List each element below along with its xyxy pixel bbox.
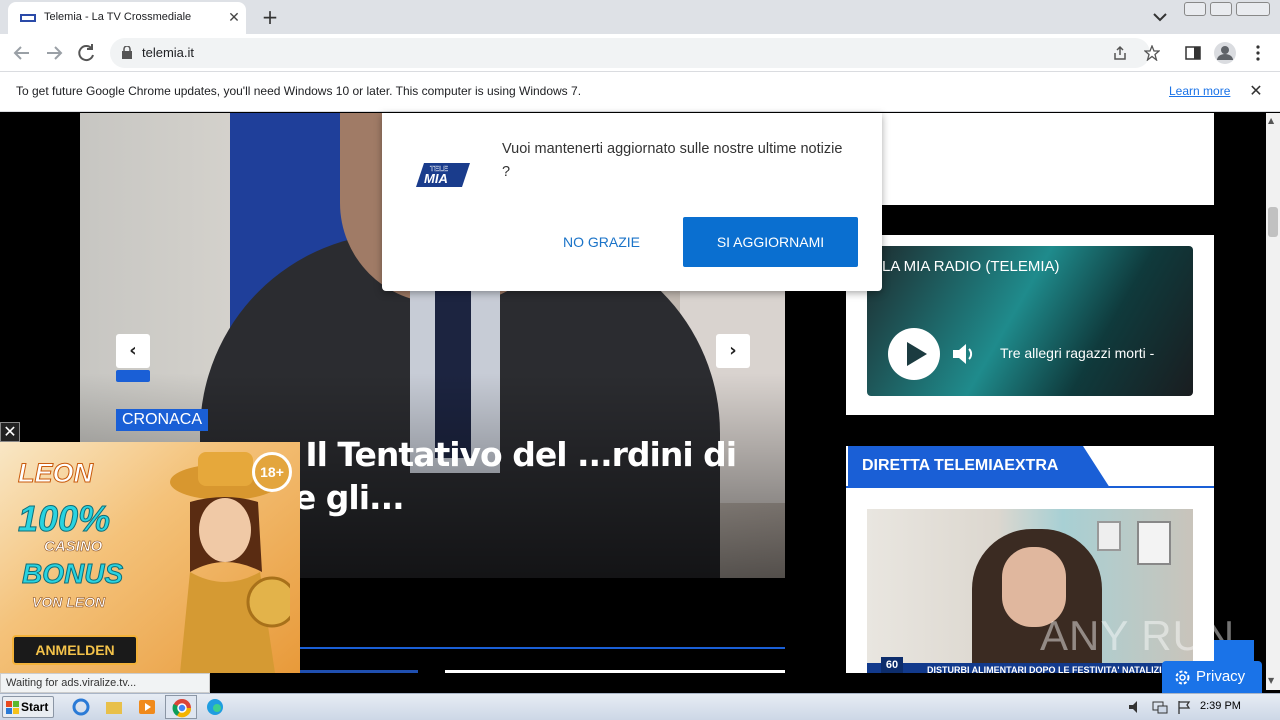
age-restriction-badge: 18+	[252, 452, 292, 492]
ad-bonus-text: BONUS	[21, 558, 124, 590]
scroll-up-arrow-icon[interactable]: ▲	[1268, 116, 1274, 125]
taskbar-clock: 2:39 PM	[1200, 700, 1241, 712]
slider-next-chevron-icon[interactable]: ›	[716, 334, 750, 368]
scroll-down-arrow-icon[interactable]: ▼	[1268, 676, 1274, 685]
subscribe-button[interactable]: SI AGGIORNAMI	[683, 217, 858, 267]
ie-icon[interactable]	[70, 697, 92, 717]
privacy-button[interactable]: Privacy	[1162, 661, 1262, 693]
back-arrow-icon[interactable]	[10, 41, 34, 65]
restore-button[interactable]	[1210, 2, 1232, 16]
minimize-button[interactable]	[1184, 2, 1206, 16]
edge-icon[interactable]	[204, 697, 226, 717]
volume-icon[interactable]	[951, 342, 977, 366]
flag-tray-icon[interactable]	[1176, 700, 1192, 714]
profile-avatar-icon[interactable]	[1214, 42, 1236, 64]
address-bar[interactable]: telemia.it	[110, 38, 1160, 68]
video-wall-frame	[1137, 521, 1171, 565]
chrome-taskbar-button[interactable]	[165, 695, 197, 719]
menu-dots-icon[interactable]	[1252, 44, 1264, 62]
start-label: Start	[21, 700, 49, 714]
infobar-message: To get future Google Chrome updates, you…	[16, 84, 582, 98]
radio-player: LA MIA RADIO (TELEMIA) Tre allegri ragaz…	[867, 246, 1193, 396]
windows-taskbar: Start 2:39 PM	[0, 693, 1280, 720]
bookmark-star-icon[interactable]	[1144, 45, 1160, 61]
browser-tab[interactable]: Telemia - La TV Crossmediale ✕	[8, 2, 246, 34]
learn-more-link[interactable]: Learn more	[1169, 84, 1230, 98]
telemia-logo: TELE MIA	[416, 163, 470, 187]
tab-search-chevron-icon[interactable]	[1148, 8, 1172, 26]
decline-button[interactable]: NO GRAZIE	[544, 217, 659, 267]
folder-icon[interactable]	[103, 697, 125, 717]
sidebar-widget-top	[846, 113, 1214, 205]
prompt-message: Vuoi mantenerti aggiornato sulle nostre …	[502, 141, 843, 180]
volume-tray-icon[interactable]	[1128, 700, 1144, 714]
radio-widget: LA MIA RADIO (TELEMIA) Tre allegri ragaz…	[846, 235, 1214, 415]
browser-tab-strip: Telemia - La TV Crossmediale ✕ +	[0, 0, 1280, 34]
anyrun-watermark: ANY RUN	[1040, 612, 1236, 659]
video-ticker: DISTURBI ALIMENTARI DOPO LE FESTIVITA' N…	[867, 663, 1193, 673]
ad-cta-button[interactable]: ANMELDEN	[12, 635, 138, 665]
ad-casino-text: CASINO	[44, 538, 103, 556]
scrollbar-thumb[interactable]	[1268, 207, 1278, 237]
play-button[interactable]	[888, 328, 940, 380]
ad-brand: LEON	[17, 458, 94, 489]
ad-close-icon[interactable]: ✕	[0, 422, 20, 442]
ad-percent: 100%	[17, 498, 111, 540]
update-infobar: To get future Google Chrome updates, you…	[0, 72, 1280, 112]
share-icon[interactable]	[1112, 45, 1128, 61]
live-header-tag: DIRETTA TELEMIAEXTRA	[848, 446, 1110, 488]
network-tray-icon[interactable]	[1152, 700, 1168, 714]
slider-indicator[interactable]	[116, 370, 150, 382]
live-title: DIRETTA TELEMIAEXTRA	[862, 457, 1059, 474]
notification-prompt: TELE MIA Vuoi mantenerti aggiornato sull…	[382, 113, 882, 291]
reload-icon[interactable]	[74, 41, 98, 65]
privacy-label: Privacy	[1196, 668, 1246, 685]
windows-logo-icon	[6, 701, 19, 714]
tab-title: Telemia - La TV Crossmediale	[44, 11, 192, 23]
play-icon	[907, 342, 927, 366]
radio-track-title: Tre allegri ragazzi morti -	[1000, 345, 1155, 361]
tab-close-icon[interactable]: ✕	[224, 8, 244, 28]
article-card-thumbnail[interactable]	[300, 670, 418, 673]
video-ticker-text: DISTURBI ALIMENTARI DOPO LE FESTIVITA' N…	[927, 665, 1168, 673]
telemia-favicon-icon	[20, 14, 36, 22]
browser-toolbar: telemia.it	[0, 34, 1280, 72]
infobar-close-icon[interactable]: ✕	[1246, 81, 1266, 101]
forward-arrow-icon[interactable]	[42, 41, 66, 65]
url-text: telemia.it	[142, 45, 195, 60]
live-header: DIRETTA TELEMIAEXTRA	[846, 446, 1214, 488]
svg-text:MIA: MIA	[424, 171, 448, 186]
close-window-button[interactable]	[1236, 2, 1270, 16]
slider-prev-chevron-icon[interactable]: ‹	[116, 334, 150, 368]
side-panel-icon[interactable]	[1185, 45, 1201, 61]
lock-icon[interactable]	[122, 46, 132, 59]
channel-logo-badge: 60	[881, 657, 903, 673]
new-tab-button[interactable]: +	[258, 5, 282, 29]
media-player-icon[interactable]	[136, 697, 158, 717]
radio-title: LA MIA RADIO (TELEMIA)	[882, 258, 1060, 275]
chrome-icon	[172, 699, 192, 718]
status-text: Waiting for ads.viralize.tv...	[6, 677, 137, 689]
start-button[interactable]: Start	[2, 696, 54, 718]
article-card[interactable]	[445, 670, 785, 673]
video-wall-frame	[1097, 521, 1121, 551]
page-scrollbar[interactable]: ▲ ▼	[1266, 113, 1280, 690]
browser-status-bar: Waiting for ads.viralize.tv...	[0, 673, 210, 693]
casino-ad-banner[interactable]: LEON 100% CASINO BONUS VON LEON ANMELDEN…	[0, 442, 300, 673]
gear-icon	[1175, 670, 1190, 685]
ad-von-text: VON LEON	[32, 594, 106, 611]
ad-cta-label: ANMELDEN	[35, 642, 115, 658]
category-badge[interactable]: CRONACA	[116, 409, 209, 431]
